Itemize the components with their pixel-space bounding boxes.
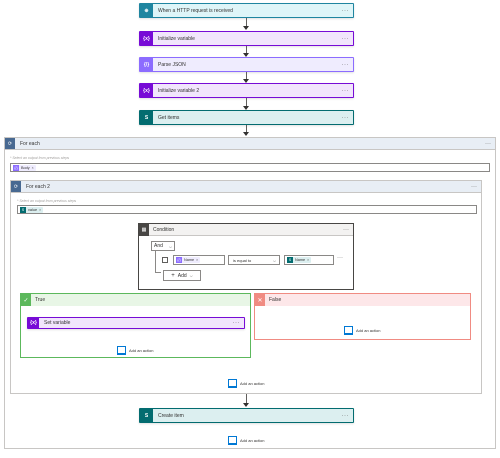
foreach-output-input[interactable]: {/} Body ×: [10, 163, 490, 172]
loop-icon: ⟳: [5, 138, 15, 149]
initialize-variable-2-card[interactable]: {x} Initialize variable 2 ···: [139, 83, 354, 98]
data-operation-icon: {/}: [140, 58, 153, 71]
get-items-card[interactable]: S Get items ···: [139, 110, 354, 125]
add-condition-button[interactable]: + Add ⌵: [163, 270, 201, 281]
add-action-label: Add an action: [240, 438, 265, 443]
condition-icon: ▦: [139, 223, 149, 236]
data-operation-icon: {/}: [13, 164, 19, 171]
remove-token-icon[interactable]: ×: [196, 258, 198, 262]
group-bracket: [155, 251, 161, 273]
plus-icon: +: [171, 272, 175, 279]
sharepoint-icon: S: [140, 111, 153, 124]
row-checkbox[interactable]: [162, 257, 168, 263]
card-title: Get items: [158, 114, 180, 121]
variable-icon: {x}: [28, 317, 39, 329]
add-action-icon: [344, 326, 353, 335]
foreach2-output-input[interactable]: S value ×: [17, 205, 477, 214]
operator-value: And: [154, 243, 163, 249]
comparison-value: is equal to: [233, 257, 252, 263]
comparison-dropdown[interactable]: is equal to ⌵: [228, 255, 280, 265]
create-item-card[interactable]: S Create item ···: [139, 408, 354, 423]
and-operator-dropdown[interactable]: And ⌵: [151, 241, 175, 251]
field-hint: * Select an output from previous steps: [17, 199, 77, 203]
add-action-label: Add an action: [129, 348, 154, 353]
more-options-icon[interactable]: ···: [342, 62, 350, 68]
false-branch-header[interactable]: ✕ False: [255, 294, 470, 306]
scope-title: Condition: [153, 226, 175, 233]
more-options-icon[interactable]: ···: [471, 184, 477, 190]
branch-title: True: [35, 297, 46, 303]
token-label: Name: [295, 258, 306, 262]
add-label: Add: [177, 272, 187, 279]
variable-icon: {x}: [140, 84, 153, 97]
left-operand-input[interactable]: {/} Name ×: [173, 255, 225, 265]
add-action-label: Add an action: [356, 328, 381, 333]
more-options-icon[interactable]: ···: [342, 88, 350, 94]
token-label: Body: [21, 165, 30, 170]
true-branch-header[interactable]: ✓ True: [21, 294, 250, 306]
variable-icon: {x}: [140, 32, 153, 45]
more-options-icon[interactable]: ···: [343, 227, 349, 233]
add-action-label: Add an action: [240, 381, 265, 386]
more-options-icon[interactable]: ···: [342, 413, 350, 419]
check-icon: ✓: [21, 294, 31, 306]
add-action-icon: [228, 379, 237, 388]
more-options-icon[interactable]: ···: [342, 8, 350, 14]
branch-title: False: [269, 297, 282, 303]
remove-token-icon[interactable]: ×: [32, 166, 34, 170]
set-variable-card[interactable]: {x} Set variable ···: [27, 317, 245, 329]
add-action-button[interactable]: Add an action: [117, 346, 153, 355]
close-icon: ✕: [255, 294, 265, 306]
more-options-icon[interactable]: ···: [485, 141, 491, 147]
false-branch: ✕ False Add an action: [254, 293, 471, 340]
card-title: When a HTTP request is received: [158, 7, 233, 14]
for-each-header[interactable]: ⟳ For each ···: [5, 138, 495, 150]
token-label: Name: [184, 258, 195, 262]
globe-icon: ⊕: [140, 4, 153, 17]
http-trigger-card[interactable]: ⊕ When a HTTP request is received ···: [139, 3, 354, 18]
add-action-icon: [228, 436, 237, 445]
chevron-down-icon: ⌵: [168, 243, 172, 249]
add-action-button[interactable]: Add an action: [344, 326, 380, 335]
more-options-icon[interactable]: ···: [233, 320, 241, 326]
data-operation-icon: {/}: [176, 257, 182, 263]
dynamic-token[interactable]: S Name ×: [287, 257, 312, 263]
card-title: Parse JSON: [158, 61, 186, 68]
add-action-icon: [117, 346, 126, 355]
card-title: Initialize variable: [158, 35, 195, 42]
arrow-icon: [243, 403, 249, 407]
chevron-down-icon: ⌵: [272, 257, 276, 263]
dynamic-token[interactable]: S value ×: [20, 206, 44, 213]
parse-json-card[interactable]: {/} Parse JSON ···: [139, 57, 354, 72]
scope-title: For each 2: [26, 183, 50, 190]
card-title: Set variable: [44, 320, 71, 326]
add-action-button[interactable]: Add an action: [228, 379, 264, 388]
card-title: Create item: [158, 412, 184, 419]
scope-title: For each: [20, 140, 40, 147]
token-label: value: [28, 207, 38, 212]
remove-token-icon[interactable]: ×: [307, 258, 309, 262]
more-options-icon[interactable]: ···: [342, 115, 350, 121]
dynamic-token[interactable]: {/} Name ×: [176, 257, 201, 263]
arrow-icon: [243, 26, 249, 30]
arrow-icon: [243, 132, 249, 136]
add-action-button[interactable]: Add an action: [228, 436, 264, 445]
initialize-variable-card[interactable]: {x} Initialize variable ···: [139, 31, 354, 46]
chevron-down-icon: ⌵: [189, 273, 193, 278]
field-hint: * Select an output from previous steps: [10, 156, 70, 160]
condition-header[interactable]: ▦ Condition ···: [139, 223, 353, 236]
sharepoint-icon: S: [140, 409, 153, 422]
loop-icon: ⟳: [11, 181, 21, 192]
true-branch: ✓ True {x} Set variable ··· Add an actio…: [20, 293, 251, 358]
card-title: Initialize variable 2: [158, 87, 200, 94]
sharepoint-icon: S: [20, 206, 26, 213]
for-each-2-header[interactable]: ⟳ For each 2 ···: [11, 181, 481, 193]
sharepoint-icon: S: [287, 257, 293, 263]
row-more-icon[interactable]: ···: [337, 255, 343, 261]
condition-card: ▦ Condition ··· And ⌵ {/} Name × is equa…: [138, 223, 354, 290]
right-operand-input[interactable]: S Name ×: [284, 255, 334, 265]
dynamic-token[interactable]: {/} Body ×: [13, 164, 36, 171]
remove-token-icon[interactable]: ×: [39, 208, 41, 212]
more-options-icon[interactable]: ···: [342, 36, 350, 42]
